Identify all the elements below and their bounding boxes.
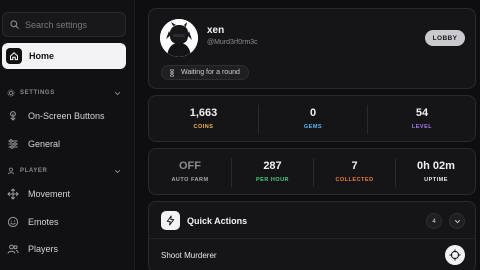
touch-icon: [10, 111, 16, 121]
stats-secondary: OFF AUTO FARM 287 PER HOUR 7 COLLECTED 0…: [148, 148, 476, 195]
divider: [149, 238, 475, 239]
sidebar-item-emotes[interactable]: Emotes: [4, 211, 126, 233]
stat-label: COINS: [193, 124, 214, 130]
section-header-settings[interactable]: SETTINGS: [7, 87, 121, 99]
user-handle: @Murd3rf0rm3c: [207, 39, 258, 46]
quick-actions-panel: Quick Actions 4 Shoot Murderer: [148, 201, 476, 270]
sidebar-item-home[interactable]: Home: [2, 43, 126, 69]
profile-card: xen @Murd3rf0rm3c Waiting for a round LO…: [148, 8, 476, 89]
search-box[interactable]: [2, 12, 126, 37]
stat-uptime: 0h 02m UPTIME: [396, 149, 476, 194]
move-icon: [7, 188, 19, 200]
sidebar-item-label: Emotes: [28, 217, 59, 227]
section-label: SETTINGS: [20, 90, 55, 96]
username: xen: [207, 25, 225, 36]
status-text: Waiting for a round: [181, 69, 240, 76]
sidebar-item-label: Movement: [28, 189, 71, 199]
sidebar-item-label: General: [28, 139, 61, 149]
stat-value: 287: [263, 160, 282, 172]
stat-value: OFF: [179, 160, 201, 172]
sidebar-item-general[interactable]: General: [4, 133, 126, 155]
stat-gems: 0 GEMS: [259, 96, 367, 141]
chevron-down-icon: [114, 169, 121, 173]
quick-actions-title: Quick Actions: [187, 216, 248, 226]
lobby-button[interactable]: LOBBY: [425, 30, 465, 46]
quick-actions-count-badge: 4: [426, 213, 442, 229]
stats-primary: 1,663 COINS 0 GEMS 54 LEVEL: [148, 95, 476, 142]
stat-label: GEMS: [303, 124, 323, 130]
crosshair-icon: [449, 249, 461, 261]
stat-level: 54 LEVEL: [368, 96, 476, 141]
stat-per-hour: 287 PER HOUR: [232, 149, 313, 194]
stat-value: 1,663: [189, 107, 218, 119]
search-input[interactable]: [25, 19, 120, 30]
sidebar-item-players[interactable]: Players: [4, 238, 126, 260]
stat-label: AUTO FARM: [171, 177, 209, 183]
stat-label: COLLECTED: [335, 177, 374, 183]
shoot-murderer-button[interactable]: [445, 245, 465, 265]
sidebar-item-label: Players: [28, 244, 59, 254]
section-header-player[interactable]: PLAYER: [7, 165, 121, 177]
hourglass-icon: [170, 68, 174, 77]
sidebar-item-label: On-Screen Buttons: [28, 111, 105, 121]
stat-auto-farm: OFF AUTO FARM: [149, 149, 231, 194]
stat-collected: 7 COLLECTED: [314, 149, 395, 194]
sidebar-item-on-screen-buttons[interactable]: On-Screen Buttons: [4, 105, 126, 127]
chevron-down-icon: [454, 219, 460, 223]
users-icon: [7, 244, 19, 254]
lightning-icon: [161, 211, 180, 230]
chevron-down-icon: [114, 91, 121, 95]
collapse-toggle[interactable]: [449, 213, 465, 229]
search-icon: [10, 20, 19, 29]
sidebar-item-movement[interactable]: Movement: [4, 183, 126, 205]
sliders-icon: [8, 139, 18, 149]
gear-icon: [7, 89, 15, 97]
action-label: Shoot Murderer: [161, 251, 217, 260]
stat-value: 7: [351, 160, 358, 172]
stat-value: 54: [415, 107, 429, 119]
stat-coins: 1,663 COINS: [149, 96, 258, 141]
stat-value: 0h 02m: [417, 160, 455, 172]
stat-label: PER HOUR: [255, 177, 290, 183]
stat-label: UPTIME: [424, 177, 448, 183]
section-label: PLAYER: [20, 168, 48, 174]
home-icon: [6, 48, 22, 64]
sidebar-item-label: Home: [29, 51, 55, 61]
stat-label: LEVEL: [411, 124, 433, 130]
smile-icon: [7, 216, 19, 228]
avatar: [160, 19, 198, 57]
sidebar: Home SETTINGS On-Screen Buttons General: [0, 0, 135, 270]
status-badge: Waiting for a round: [161, 65, 249, 80]
stat-value: 0: [309, 107, 317, 119]
user-icon: [7, 167, 15, 175]
